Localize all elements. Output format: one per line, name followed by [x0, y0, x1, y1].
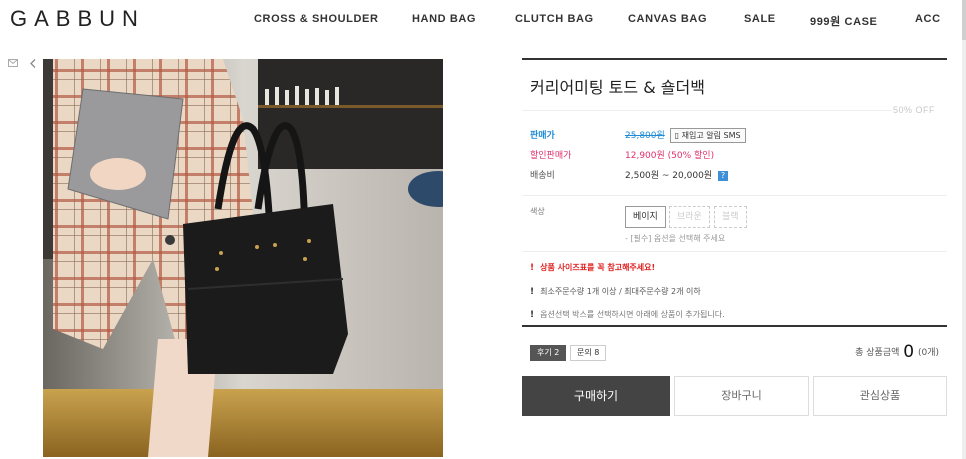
nav-hand-bag[interactable]: HAND BAG: [412, 13, 476, 25]
chevron-left-icon[interactable]: [29, 59, 39, 69]
shipping-fee: 2,500원 ~ 20,000원: [625, 171, 713, 181]
sale-price-row: 할인판매가 12,900원 (50% 할인): [530, 148, 930, 161]
nav-acc[interactable]: ACC: [915, 13, 941, 25]
price-value: 25,800원 ▯ 재입고 알림 SMS: [625, 128, 746, 143]
color-option-brown[interactable]: 브라운: [669, 206, 710, 228]
nav-sale[interactable]: SALE: [744, 13, 776, 25]
quantity-notice: ! 최소주문수량 1개 이상 / 최대주문수량 2개 이하: [530, 286, 701, 297]
tab-inquiries[interactable]: 문의 8: [570, 345, 607, 361]
total-label: 총 상품금액: [855, 348, 900, 358]
sale-price-label: 할인판매가: [530, 151, 572, 161]
color-option-black[interactable]: 블랙: [714, 206, 747, 228]
nav-canvas-bag[interactable]: CANVAS BAG: [628, 13, 707, 25]
main-nav: CROSS & SHOULDER HAND BAG CLUTCH BAG CAN…: [0, 13, 966, 29]
nav-cross-shoulder[interactable]: CROSS & SHOULDER: [254, 13, 379, 25]
color-hint: - [필수] 옵션을 선택해 주세요: [625, 234, 726, 243]
sale-price-value: 12,900원 (50% 할인): [625, 151, 715, 161]
color-option-row: 색상 베이지 브라운 블랙 - [필수] 옵션을 선택해 주세요: [530, 206, 930, 256]
envelope-icon[interactable]: [8, 59, 18, 69]
cart-button[interactable]: 장바구니: [674, 376, 809, 416]
nav-999-case[interactable]: 999원 CASE: [810, 13, 878, 29]
alert-icon: !: [530, 263, 535, 273]
option-notice-text: 옵션선택 박스를 선택하시면 아래에 상품이 추가됩니다.: [540, 310, 725, 319]
help-icon[interactable]: ?: [717, 170, 728, 181]
price-label: 판매가: [530, 131, 555, 141]
section-divider: [522, 251, 947, 252]
shipping-value: 2,500원 ~ 20,000원 ?: [625, 168, 728, 181]
size-notice-text: 상품 사이즈표를 꼭 참고해주세요!: [540, 263, 656, 272]
total-count: (0개): [917, 348, 939, 358]
title-divider: [522, 110, 892, 111]
options-bottom-border: [522, 325, 947, 327]
buy-button[interactable]: 구매하기: [522, 376, 670, 416]
original-price: 25,800원: [625, 131, 665, 141]
restock-sms-button[interactable]: ▯ 재입고 알림 SMS: [669, 128, 746, 143]
option-notice: ! 옵션선택 박스를 선택하시면 아래에 상품이 추가됩니다.: [530, 309, 725, 320]
shipping-label: 배송비: [530, 171, 555, 181]
total-price: 총 상품금액 0 (0개): [855, 342, 939, 362]
page-scrollbar[interactable]: [962, 0, 966, 459]
total-amount: 0: [903, 342, 915, 362]
price-row: 판매가 25,800원 ▯ 재입고 알림 SMS: [530, 128, 930, 143]
wishlist-button[interactable]: 관심상품: [813, 376, 947, 416]
alert-icon: !: [530, 310, 535, 320]
product-title: 커리어미팅 토드 & 숄더백: [530, 78, 705, 97]
review-tabs: 후기 2 문의 8: [530, 345, 730, 361]
nav-clutch-bag[interactable]: CLUTCH BAG: [515, 13, 594, 25]
detail-top-border: [522, 58, 947, 60]
color-options: 베이지 브라운 블랙: [625, 206, 925, 230]
phone-icon: ▯: [674, 131, 680, 140]
color-option-beige[interactable]: 베이지: [625, 206, 666, 228]
tab-reviews[interactable]: 후기 2: [530, 345, 567, 361]
restock-sms-label: 재입고 알림 SMS: [681, 131, 741, 140]
section-divider: [522, 195, 947, 196]
shipping-row: 배송비 2,500원 ~ 20,000원 ?: [530, 168, 930, 182]
size-notice: ! 상품 사이즈표를 꼭 참고해주세요!: [530, 262, 655, 273]
color-label: 색상: [530, 207, 545, 216]
discount-badge: 50% OFF: [892, 105, 935, 115]
scrollbar-thumb[interactable]: [962, 0, 966, 40]
product-image: [43, 59, 443, 457]
quantity-notice-text: 최소주문수량 1개 이상 / 최대주문수량 2개 이하: [540, 287, 701, 296]
alert-icon: !: [530, 287, 535, 297]
